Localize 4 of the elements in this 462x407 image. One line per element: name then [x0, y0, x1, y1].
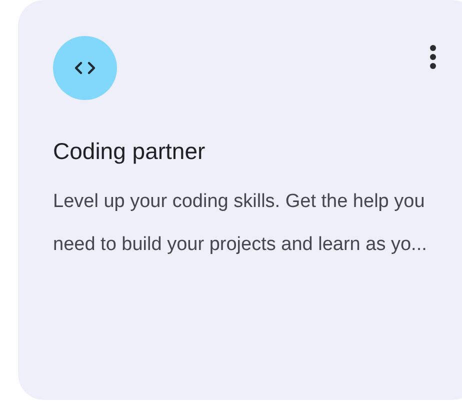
card-title: Coding partner: [53, 137, 206, 166]
card-background[interactable]: Coding partner Level up your coding skills. Get the help you need to build your projects and learn as yo...: [18, 0, 462, 400]
more-options-icon[interactable]: [429, 44, 437, 70]
card-description: Level up your coding skills. Get the help you need to build your projects and learn as yo...: [53, 190, 428, 257]
